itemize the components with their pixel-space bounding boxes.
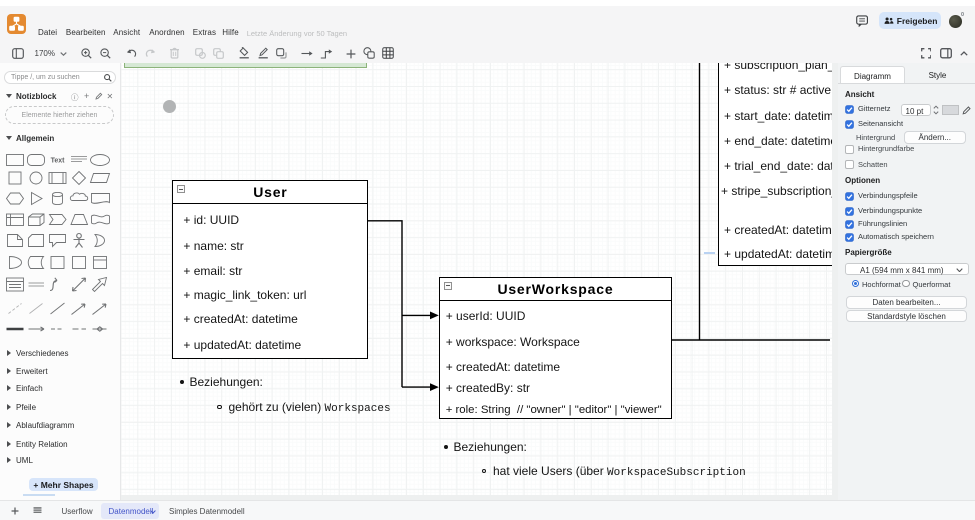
svg-text:Text: Text [51, 158, 66, 165]
